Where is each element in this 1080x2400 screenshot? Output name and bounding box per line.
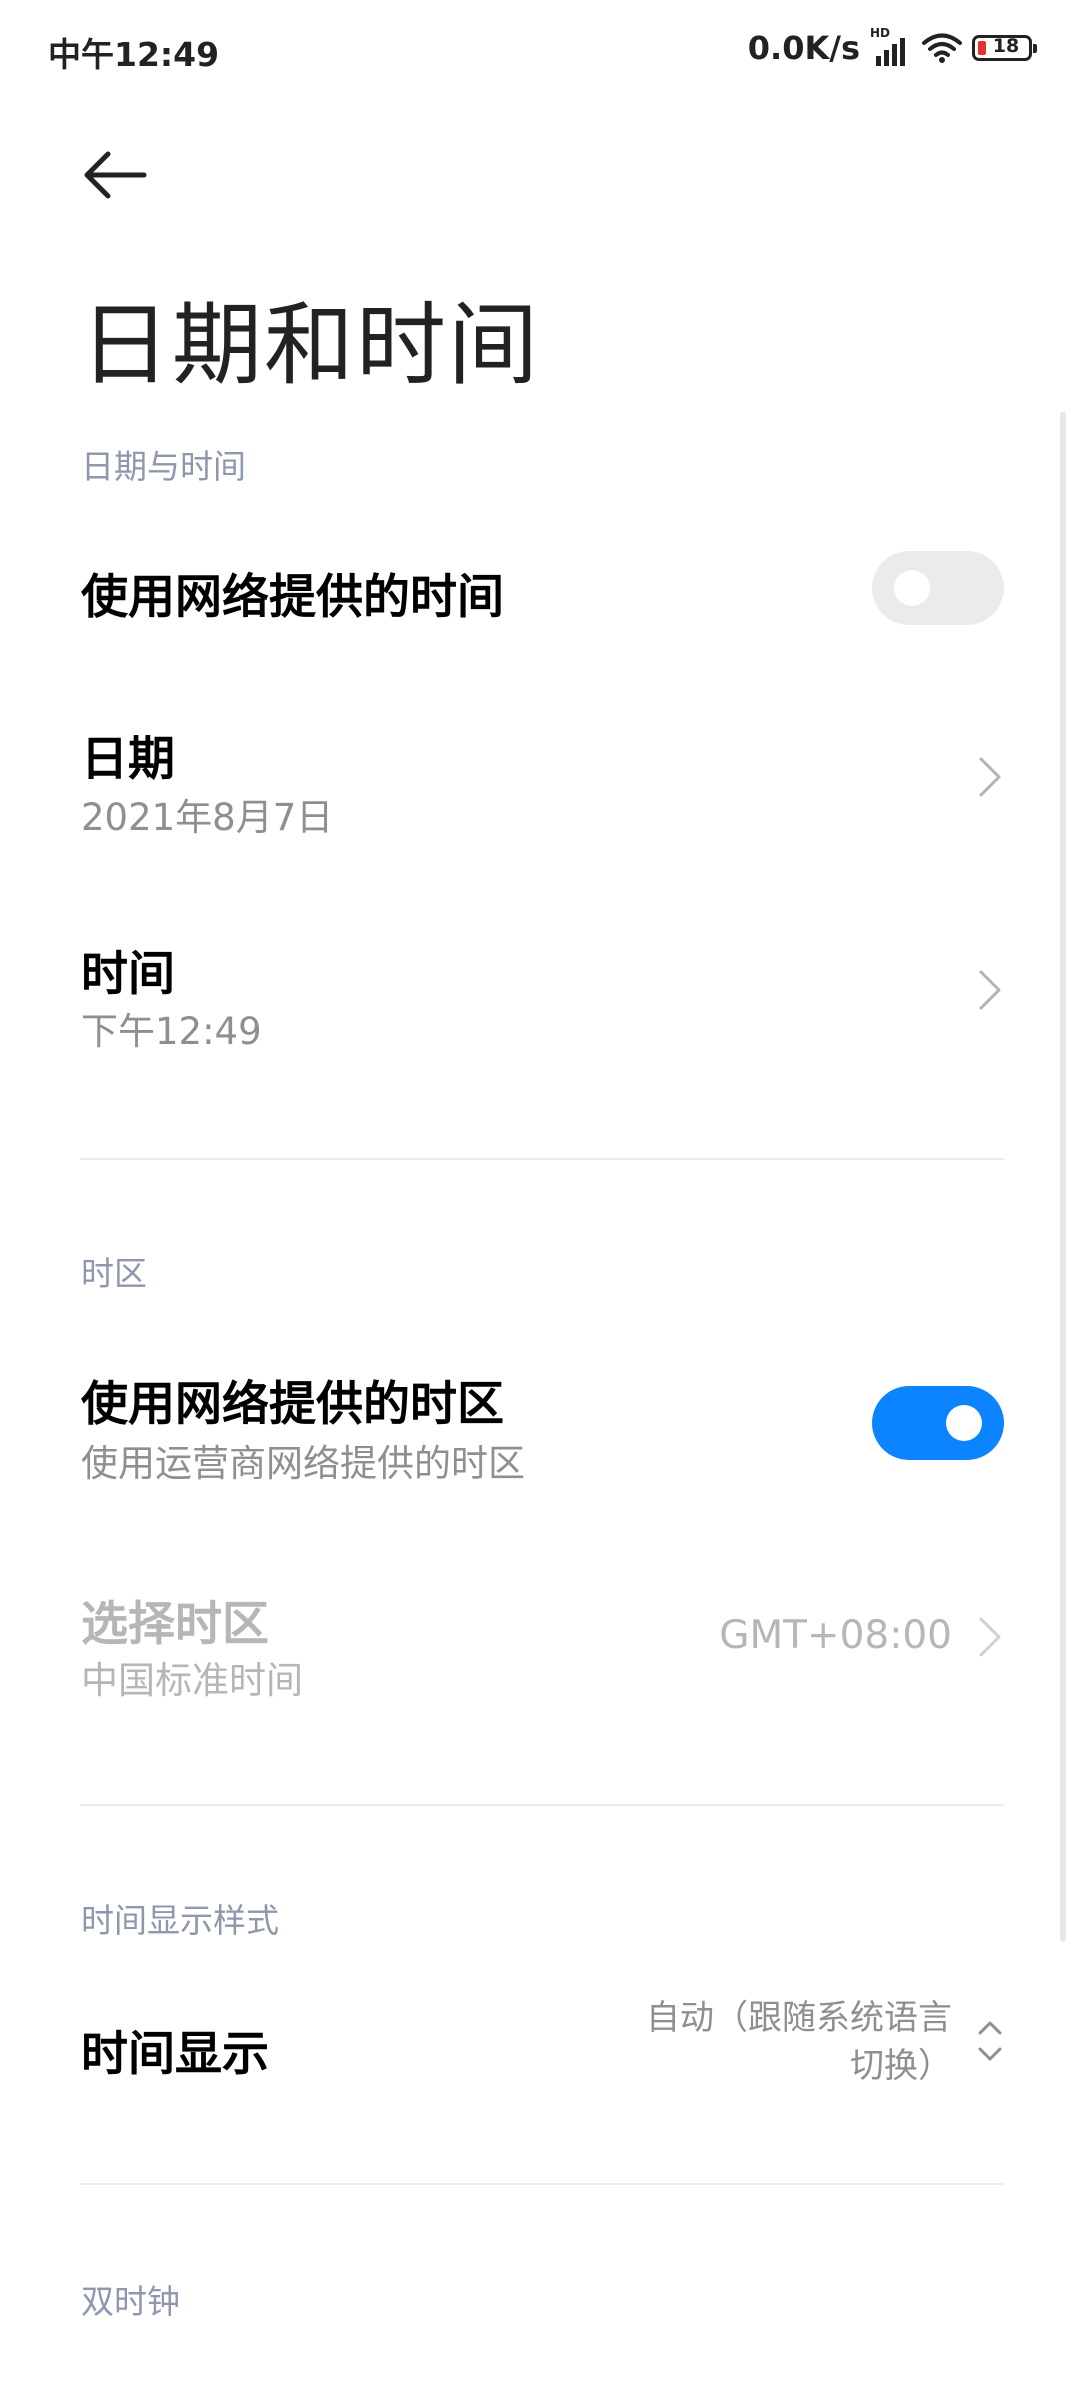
section-header-date-time: 日期与时间: [81, 447, 246, 486]
chevron-right-icon: [979, 1617, 1001, 1657]
toggle-knob: [894, 570, 930, 606]
network-timezone-label: 使用网络提供的时区: [81, 1377, 504, 1432]
time-display-value: 自动（跟随系统语言 切换）: [612, 1994, 952, 2090]
network-timezone-toggle[interactable]: [872, 1386, 1004, 1460]
section-header-timezone: 时区: [81, 1254, 147, 1293]
wifi-icon: [922, 33, 962, 63]
network-speed: 0.0K/s: [747, 29, 860, 67]
select-timezone-subtitle: 中国标准时间: [81, 1659, 303, 1702]
section-header-dual-clock: 双时钟: [81, 2282, 180, 2321]
select-timezone-label[interactable]: 选择时区: [81, 1585, 269, 1654]
back-arrow-icon[interactable]: [80, 145, 150, 205]
status-time: 中午12:49: [48, 35, 220, 74]
network-timezone-subtitle: 使用运营商网络提供的时区: [81, 1442, 525, 1485]
time-display-label[interactable]: 时间显示: [81, 2015, 269, 2084]
timezone-value: GMT+08:00: [719, 1613, 952, 1658]
scrollbar[interactable]: [1060, 412, 1066, 1942]
chevron-right-icon: [979, 757, 1001, 797]
network-time-label: 使用网络提供的时间: [81, 570, 504, 625]
divider: [80, 1158, 1004, 1160]
battery-level: 18: [992, 35, 1020, 57]
page-title: 日期和时间: [80, 293, 540, 398]
time-value: 下午12:49: [81, 1010, 262, 1053]
time-display-value-line1: 自动（跟随系统语言: [646, 1998, 952, 2038]
date-value: 2021年8月7日: [81, 796, 334, 839]
up-down-chevron-icon[interactable]: [976, 2018, 1004, 2064]
section-header-time-format: 时间显示样式: [81, 1901, 279, 1940]
time-label[interactable]: 时间: [81, 935, 175, 1004]
date-label[interactable]: 日期: [81, 720, 175, 789]
chevron-right-icon: [979, 970, 1001, 1010]
toggle-knob: [946, 1405, 982, 1441]
status-icons: 0.0K/s HD 18: [747, 26, 1037, 70]
time-display-value-line2: 切换）: [850, 2046, 952, 2086]
divider: [80, 1804, 1004, 1806]
network-time-toggle[interactable]: [872, 551, 1004, 625]
signal-icon: HD: [870, 26, 912, 66]
battery-icon: 18: [972, 35, 1037, 61]
divider: [80, 2183, 1004, 2185]
